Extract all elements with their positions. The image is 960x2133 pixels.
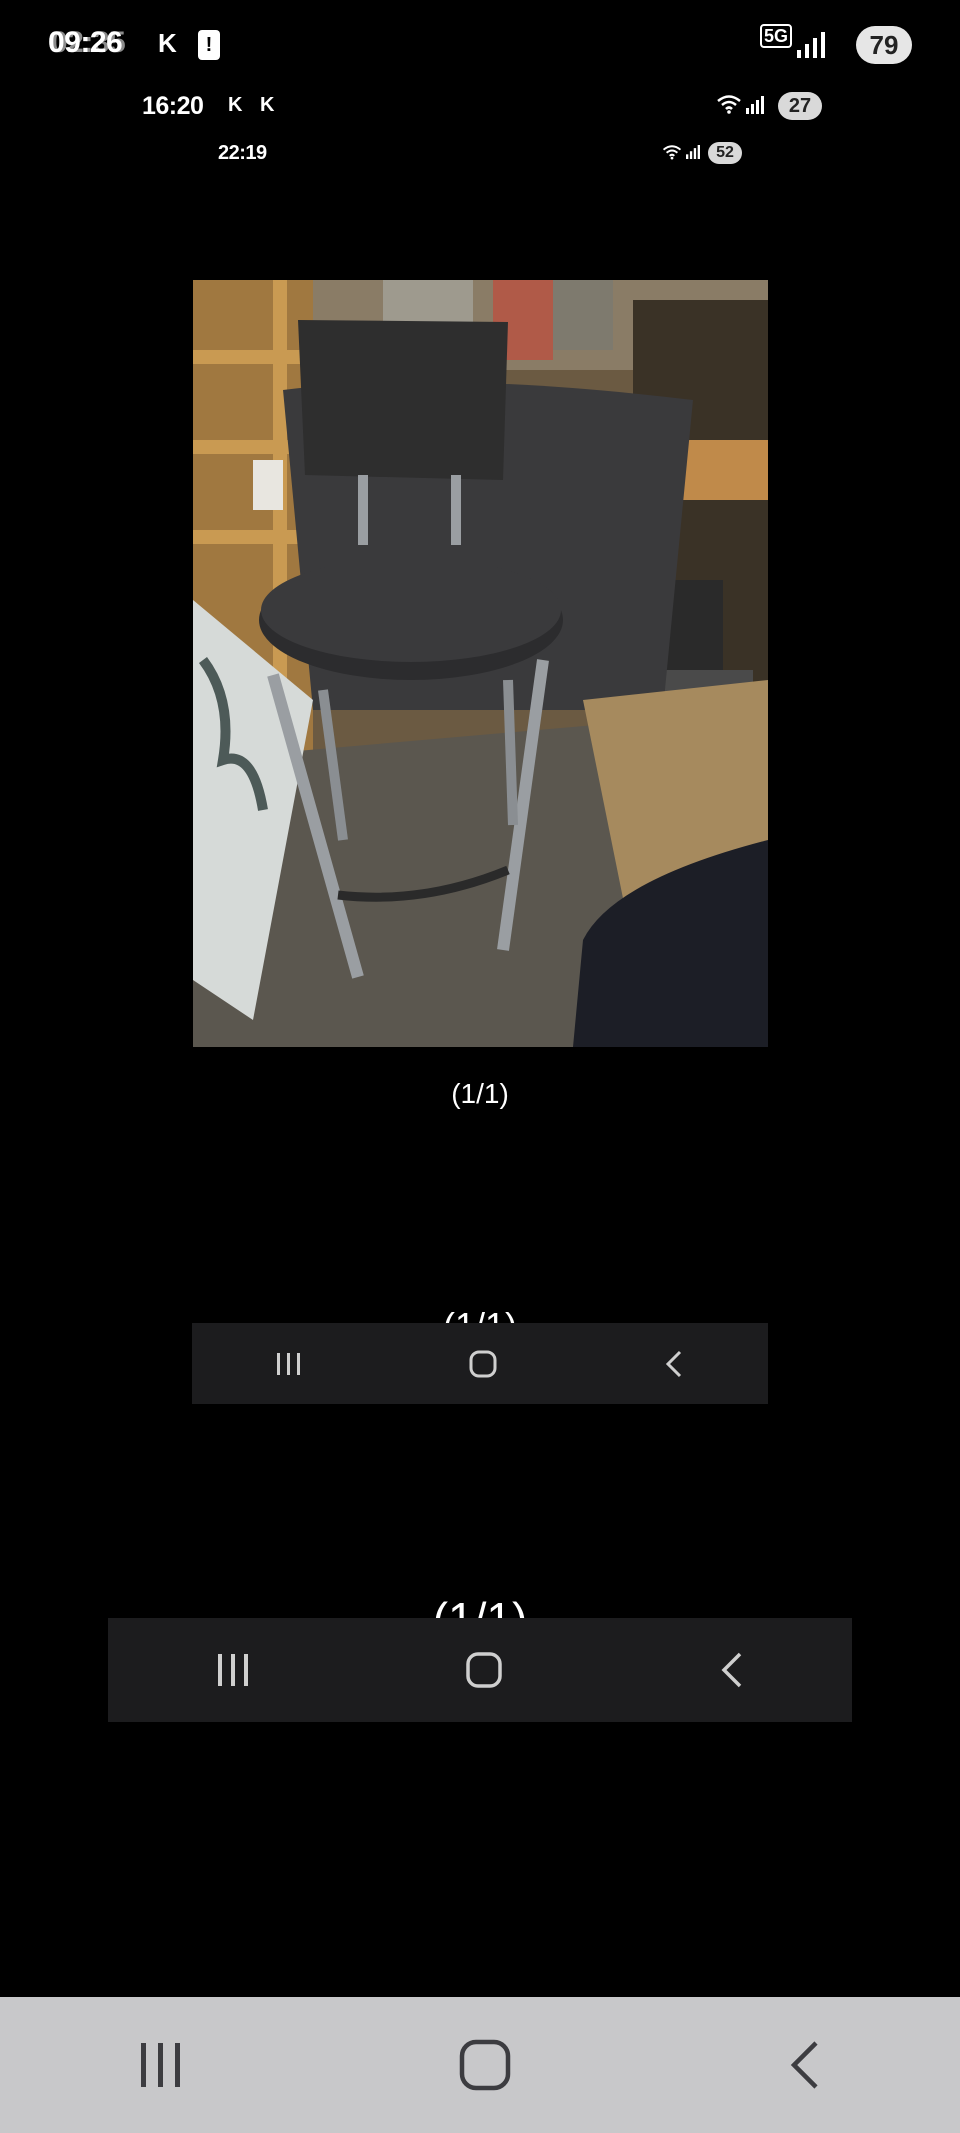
home-icon [459,2039,511,2091]
back-button[interactable] [716,1650,746,1690]
battery-level: 79 [856,26,912,64]
nested-navigation-bar [192,1323,768,1404]
home-icon [466,1652,502,1688]
recent-apps-button[interactable] [274,1351,304,1377]
recent-apps-icon [141,2043,180,2087]
bar-stool-image [193,280,768,1047]
back-icon [665,1350,682,1377]
battery-alert-icon: ! [198,30,220,60]
status-bar-secondary: 16:20 K K 27 [142,90,822,122]
signal-icon [797,32,825,58]
image-counter: (1/1) [451,1078,509,1109]
wifi-icon [662,145,682,160]
network-5g-badge: 5G [759,24,792,48]
nested-navigation-bar-outer [108,1618,852,1722]
recent-apps-icon [218,1654,248,1686]
wifi-icon [717,95,741,114]
status-time: 22:19 [218,142,267,164]
signal-icon [686,145,700,159]
back-button[interactable] [662,1349,686,1379]
back-button[interactable] [784,2038,824,2092]
battery-level: 27 [778,92,822,120]
status-time: 16:20 [142,92,204,120]
status-bar-tertiary: 22:19 52 [218,140,742,166]
back-icon [790,2041,818,2089]
signal-icon [746,96,764,114]
system-navigation-bar [0,1997,960,2133]
status-time-overlap: 02:35 [51,26,126,59]
listing-photo[interactable] [193,280,768,1047]
notification-k: K [228,94,243,116]
status-time: 09:26 02:35 [48,26,126,60]
notification-k: K [260,94,275,116]
back-icon [721,1652,742,1688]
status-bar-primary: 09:26 02:35 K ! 5G 79 [48,24,912,68]
recent-apps-button[interactable] [214,1652,252,1688]
notification-k: K [158,28,177,58]
home-button[interactable] [458,2038,512,2092]
home-icon [469,1350,497,1377]
battery-level: 52 [708,142,742,164]
home-button[interactable] [464,1650,504,1690]
home-button[interactable] [468,1349,498,1379]
recent-apps-icon [277,1352,300,1375]
recent-apps-button[interactable] [136,2041,186,2089]
